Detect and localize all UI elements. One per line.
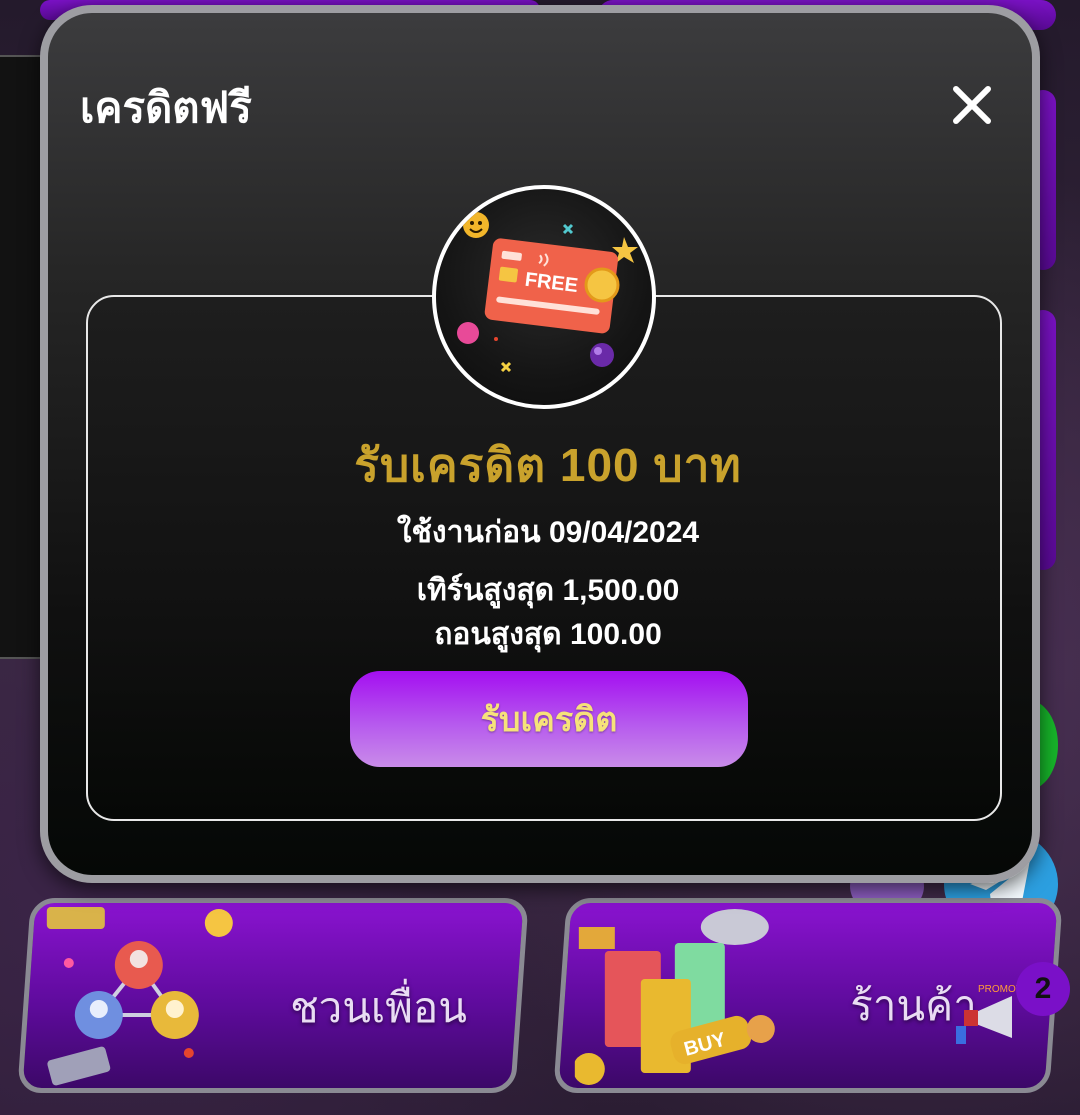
invite-friends-card[interactable]: ชวนเพื่อน [17,898,529,1093]
modal-title: เครดิตฟรี [80,84,252,131]
close-button[interactable] [940,73,1004,137]
shop-notification-badge: 2 [1016,962,1070,1016]
invite-network-icon [46,907,233,1086]
close-icon [953,86,991,124]
invite-friends-label: ชวนเพื่อน [290,984,467,1031]
reward-title: รับเครดิต 100 บาท [354,439,742,491]
shopping-bags-icon: BUY [574,909,775,1085]
max-turnover-text: เทิร์นสูงสุด 1,500.00 [416,574,680,607]
expiry-date-text: ใช้งานก่อน 09/04/2024 [396,516,700,549]
claim-credit-button[interactable]: รับเครดิต [350,671,748,767]
credit-card-icon: FREE [457,212,638,373]
max-withdraw-text: ถอนสูงสุด 100.00 [434,618,662,651]
free-credit-emblem: FREE [432,185,656,409]
background-left-panel [0,55,44,659]
free-credit-modal: เครดิตฟรี FREE รับเครดิต 100 บาท ใช้งานก… [40,5,1040,883]
